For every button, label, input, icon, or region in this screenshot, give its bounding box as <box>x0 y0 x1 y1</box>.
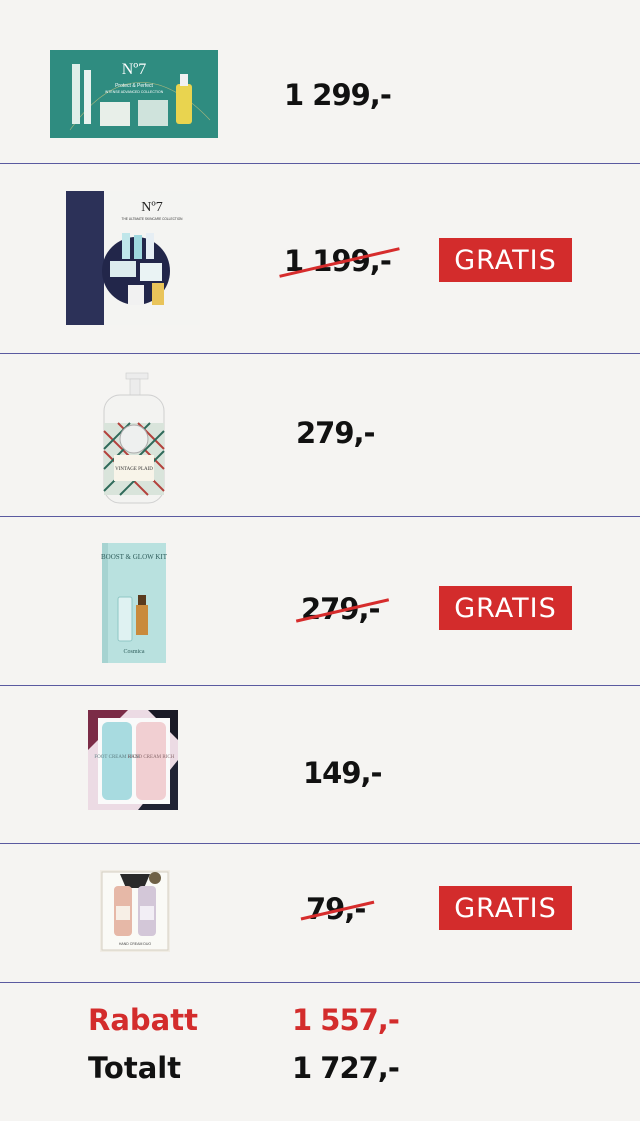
set-title: Protect & Perfect <box>115 83 153 89</box>
product-image: HAND CREAM DUO <box>100 870 170 952</box>
item-price: 279,- <box>296 416 376 450</box>
total-value: 1 727,- <box>292 1051 400 1085</box>
gratis-badge: GRATIS <box>439 886 572 930</box>
set-title: THE ULTIMATE SKINCARE COLLECTION <box>122 217 184 221</box>
no7-logo: Nº7 <box>122 61 147 78</box>
cart-row: BOOST & GLOW KIT Cosmica 279,- GRATIS <box>0 517 640 686</box>
product-image: VINTAGE PLAID <box>98 371 170 507</box>
item-price: 149,- <box>303 756 383 790</box>
cart-summary: Rabatt 1 557,- Totalt 1 727,- <box>0 983 640 1121</box>
product-image: FOOT CREAM RICH HAND CREAM RICH <box>88 710 178 810</box>
discount-value: 1 557,- <box>292 1003 400 1037</box>
soap-label: VINTAGE PLAID <box>115 467 153 472</box>
discount-label: Rabatt <box>88 1003 198 1037</box>
hand-cream-label: HAND CREAM RICH <box>128 755 175 760</box>
cart-row: Nº7 Protect & Perfect INTENSE ADVANCED C… <box>0 0 640 164</box>
product-image: Nº7 Protect & Perfect INTENSE ADVANCED C… <box>50 50 218 138</box>
total-label: Totalt <box>88 1051 182 1085</box>
item-price-original: 79,- <box>300 892 375 926</box>
item-price-original: 1 199,- <box>279 244 400 278</box>
kit-title: BOOST & GLOW KIT <box>101 553 168 561</box>
product-image: BOOST & GLOW KIT Cosmica <box>96 539 172 667</box>
no7-logo: Nº7 <box>141 200 162 215</box>
item-price: 1 299,- <box>284 78 392 112</box>
cart-row: VINTAGE PLAID 279,- <box>0 354 640 517</box>
product-image: Nº7 THE ULTIMATE SKINCARE COLLECTION <box>66 191 200 325</box>
item-price-original: 279,- <box>295 592 389 626</box>
set-subtitle: INTENSE ADVANCED COLLECTION <box>105 90 164 94</box>
gratis-badge: GRATIS <box>439 586 572 630</box>
duo-label: HAND CREAM DUO <box>119 942 152 946</box>
cart-item-list: Nº7 Protect & Perfect INTENSE ADVANCED C… <box>0 0 640 983</box>
brand-name: Cosmica <box>124 649 145 655</box>
cart-row: Nº7 THE ULTIMATE SKINCARE COLLECTION 1 1… <box>0 164 640 354</box>
cart-row: FOOT CREAM RICH HAND CREAM RICH 149,- <box>0 686 640 844</box>
cart-row: HAND CREAM DUO 79,- GRATIS <box>0 844 640 983</box>
gratis-badge: GRATIS <box>439 238 572 282</box>
